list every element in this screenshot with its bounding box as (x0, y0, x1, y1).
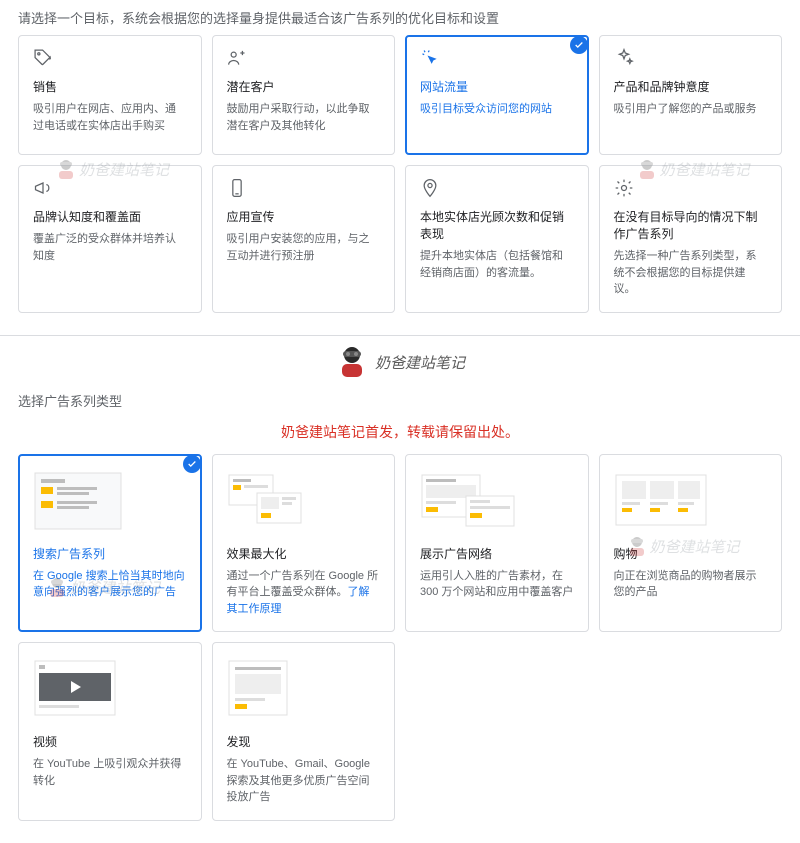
card-desc: 覆盖广泛的受众群体并培养认知度 (33, 231, 187, 264)
brand-row: 奶爸建站笔记 (0, 338, 800, 383)
card-title: 网站流量 (420, 78, 574, 95)
preview-pmax (227, 467, 381, 535)
card-desc: 向正在浏览商品的购物者展示您的产品 (614, 568, 768, 601)
card-desc: 吸引用户了解您的产品或服务 (614, 101, 768, 118)
card-traffic[interactable]: 网站流量 吸引目标受众访问您的网站 (405, 35, 589, 155)
attribution: 奶爸建站笔记首发，转载请保留出处。 (0, 418, 800, 454)
card-leads[interactable]: 潜在客户 鼓励用户采取行动，以此争取潜在客户及其他转化 (212, 35, 396, 155)
card-pmax[interactable]: 效果最大化 通过一个广告系列在 Google 所有平台上覆盖受众群体。了解其工作… (212, 454, 396, 633)
card-title: 潜在客户 (227, 78, 381, 95)
card-discovery[interactable]: 发现 在 YouTube、Gmail、Google 探索及其他更多优质广告空间投… (212, 642, 396, 821)
click-icon (420, 48, 440, 68)
card-title: 效果最大化 (227, 545, 381, 562)
card-search[interactable]: 搜索广告系列 在 Google 搜索上恰当其时地向意向强烈的客户展示您的广告 奶… (18, 454, 202, 633)
preview-discovery (227, 655, 381, 723)
card-local[interactable]: 本地实体店光顾次数和促销表现 提升本地实体店（包括餐馆和经销商店面）的客流量。 (405, 165, 589, 313)
card-desc: 吸引目标受众访问您的网站 (420, 101, 574, 118)
card-desc: 先选择一种广告系列类型，系统不会根据您的目标提供建议。 (614, 248, 768, 298)
card-display[interactable]: 展示广告网络 运用引人入胜的广告素材，在 300 万个网站和应用中覆盖客户 (405, 454, 589, 633)
check-icon (570, 36, 588, 54)
campaign-grid: 搜索广告系列 在 Google 搜索上恰当其时地向意向强烈的客户展示您的广告 奶… (0, 454, 800, 843)
card-desc: 在 Google 搜索上恰当其时地向意向强烈的客户展示您的广告 (33, 568, 187, 601)
card-desc: 运用引人入胜的广告素材，在 300 万个网站和应用中覆盖客户 (420, 568, 574, 601)
card-title: 在没有目标导向的情况下制作广告系列 (614, 208, 768, 242)
preview-video (33, 655, 187, 723)
card-sales[interactable]: 销售 吸引用户在网店、应用内、通过电话或在实体店出手购买 (18, 35, 202, 155)
sparkle-icon (614, 48, 634, 68)
card-desc: 鼓励用户采取行动，以此争取潜在客户及其他转化 (227, 101, 381, 134)
card-desc: 吸引用户安装您的应用，与之互动并进行预注册 (227, 231, 381, 264)
card-title: 品牌认知度和覆盖面 (33, 208, 187, 225)
check-icon (183, 455, 201, 473)
card-title: 产品和品牌钟意度 (614, 78, 768, 95)
card-desc: 在 YouTube、Gmail、Google 探索及其他更多优质广告空间投放广告 (227, 756, 381, 806)
objectives-grid: 销售 吸引用户在网店、应用内、通过电话或在实体店出手购买 潜在客户 鼓励用户采取… (0, 35, 800, 335)
card-title: 购物 (614, 545, 768, 562)
card-title: 应用宣传 (227, 208, 381, 225)
people-icon (227, 48, 247, 68)
card-title: 销售 (33, 78, 187, 95)
card-title: 发现 (227, 733, 381, 750)
brand-avatar (335, 344, 369, 381)
brand-name: 奶爸建站笔记 (375, 352, 465, 373)
card-video[interactable]: 视频 在 YouTube 上吸引观众并获得转化 (18, 642, 202, 821)
preview-search (33, 467, 187, 535)
section2-title: 选择广告系列类型 (0, 383, 800, 418)
card-desc: 提升本地实体店（包括餐馆和经销商店面）的客流量。 (420, 248, 574, 281)
pin-icon (420, 178, 440, 198)
card-desc: 在 YouTube 上吸引观众并获得转化 (33, 756, 187, 789)
gear-icon (614, 178, 634, 198)
card-app[interactable]: 应用宣传 吸引用户安装您的应用，与之互动并进行预注册 (212, 165, 396, 313)
card-desc: 通过一个广告系列在 Google 所有平台上覆盖受众群体。了解其工作原理 (227, 568, 381, 618)
card-title: 本地实体店光顾次数和促销表现 (420, 208, 574, 242)
tag-icon (33, 48, 53, 68)
preview-shopping (614, 467, 768, 535)
phone-icon (227, 178, 247, 198)
megaphone-icon (33, 178, 53, 198)
card-shopping[interactable]: 购物 向正在浏览商品的购物者展示您的产品 奶爸建站笔记 (599, 454, 783, 633)
card-title: 视频 (33, 733, 187, 750)
card-desc: 吸引用户在网店、应用内、通过电话或在实体店出手购买 (33, 101, 187, 134)
card-title: 展示广告网络 (420, 545, 574, 562)
section1-title: 请选择一个目标，系统会根据您的选择量身提供最适合该广告系列的优化目标和设置 (0, 0, 800, 35)
card-nogoal[interactable]: 在没有目标导向的情况下制作广告系列 先选择一种广告系列类型，系统不会根据您的目标… (599, 165, 783, 313)
card-consideration[interactable]: 产品和品牌钟意度 吸引用户了解您的产品或服务 (599, 35, 783, 155)
card-awareness[interactable]: 品牌认知度和覆盖面 覆盖广泛的受众群体并培养认知度 奶爸建站笔记 (18, 165, 202, 313)
preview-display (420, 467, 574, 535)
divider (0, 335, 800, 336)
card-title: 搜索广告系列 (33, 545, 187, 562)
